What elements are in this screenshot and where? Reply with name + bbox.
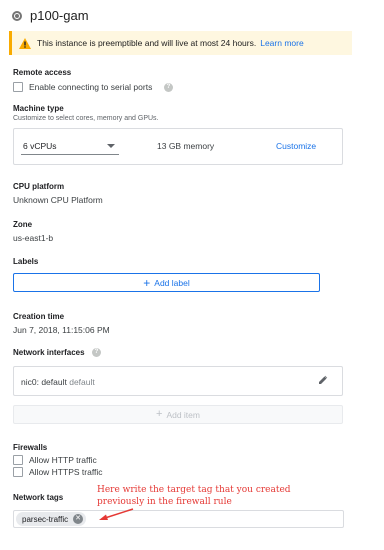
allow-http-label: Allow HTTP traffic xyxy=(29,455,97,465)
annotation-line-1: Here write the target tag that you creat… xyxy=(97,485,291,495)
creation-time-title: Creation time xyxy=(13,312,65,321)
instance-name: p100-gam xyxy=(30,8,89,23)
machine-type-subtitle: Customize to select cores, memory and GP… xyxy=(13,115,159,122)
allow-https-label: Allow HTTPS traffic xyxy=(29,467,103,477)
zone-value: us-east1-b xyxy=(13,233,54,243)
add-item-button: + Add item xyxy=(13,405,343,424)
annotation-arrow-icon xyxy=(99,508,134,520)
machine-type-title: Machine type xyxy=(13,104,64,113)
plus-icon: + xyxy=(156,408,163,420)
vcpus-value: 6 vCPUs xyxy=(23,140,57,151)
tag-chip-label: parsec-traffic xyxy=(22,514,69,524)
remove-tag-icon[interactable]: ✕ xyxy=(73,514,84,524)
vcpus-select[interactable]: 6 vCPUs xyxy=(21,137,119,155)
nic-name: nic0: default default xyxy=(21,377,95,387)
edit-pencil-icon[interactable] xyxy=(318,375,328,385)
add-item-text: Add item xyxy=(166,409,200,420)
annotation-note: Here write the target tag that you creat… xyxy=(97,484,327,508)
memory-value: 13 GB memory xyxy=(157,141,215,151)
allow-http-checkbox[interactable] xyxy=(13,455,23,465)
preemptible-banner: This instance is preemptible and will li… xyxy=(9,31,352,55)
zone-title: Zone xyxy=(13,220,33,229)
tag-chip: parsec-traffic ✕ xyxy=(16,512,87,526)
stopped-status-icon xyxy=(12,11,22,21)
serial-ports-label: Enable connecting to serial ports xyxy=(29,82,153,92)
help-icon[interactable]: ? xyxy=(164,83,173,92)
creation-time-value: Jun 7, 2018, 11:15:06 PM xyxy=(13,325,110,335)
nic-name-text: nic0: default xyxy=(21,377,67,387)
nic-network: default xyxy=(69,377,95,387)
banner-message: This instance is preemptible and will li… xyxy=(37,38,257,48)
network-interfaces-title: Network interfaces xyxy=(13,348,85,357)
labels-title: Labels xyxy=(13,257,39,266)
plus-icon: + xyxy=(143,275,151,290)
network-tags-title: Network tags xyxy=(13,493,64,502)
cpu-platform-value: Unknown CPU Platform xyxy=(13,195,103,205)
remote-access-title: Remote access xyxy=(13,68,72,77)
learn-more-link[interactable]: Learn more xyxy=(260,38,303,48)
add-label-text: Add label xyxy=(154,277,190,288)
chevron-down-icon xyxy=(107,143,115,148)
add-label-button[interactable]: + Add label xyxy=(13,273,320,292)
serial-ports-checkbox[interactable] xyxy=(13,82,23,92)
help-icon[interactable]: ? xyxy=(92,348,101,357)
firewalls-title: Firewalls xyxy=(13,443,48,452)
allow-https-checkbox[interactable] xyxy=(13,467,23,477)
customize-link[interactable]: Customize xyxy=(276,141,316,151)
warning-icon xyxy=(19,37,31,49)
cpu-platform-title: CPU platform xyxy=(13,182,65,191)
